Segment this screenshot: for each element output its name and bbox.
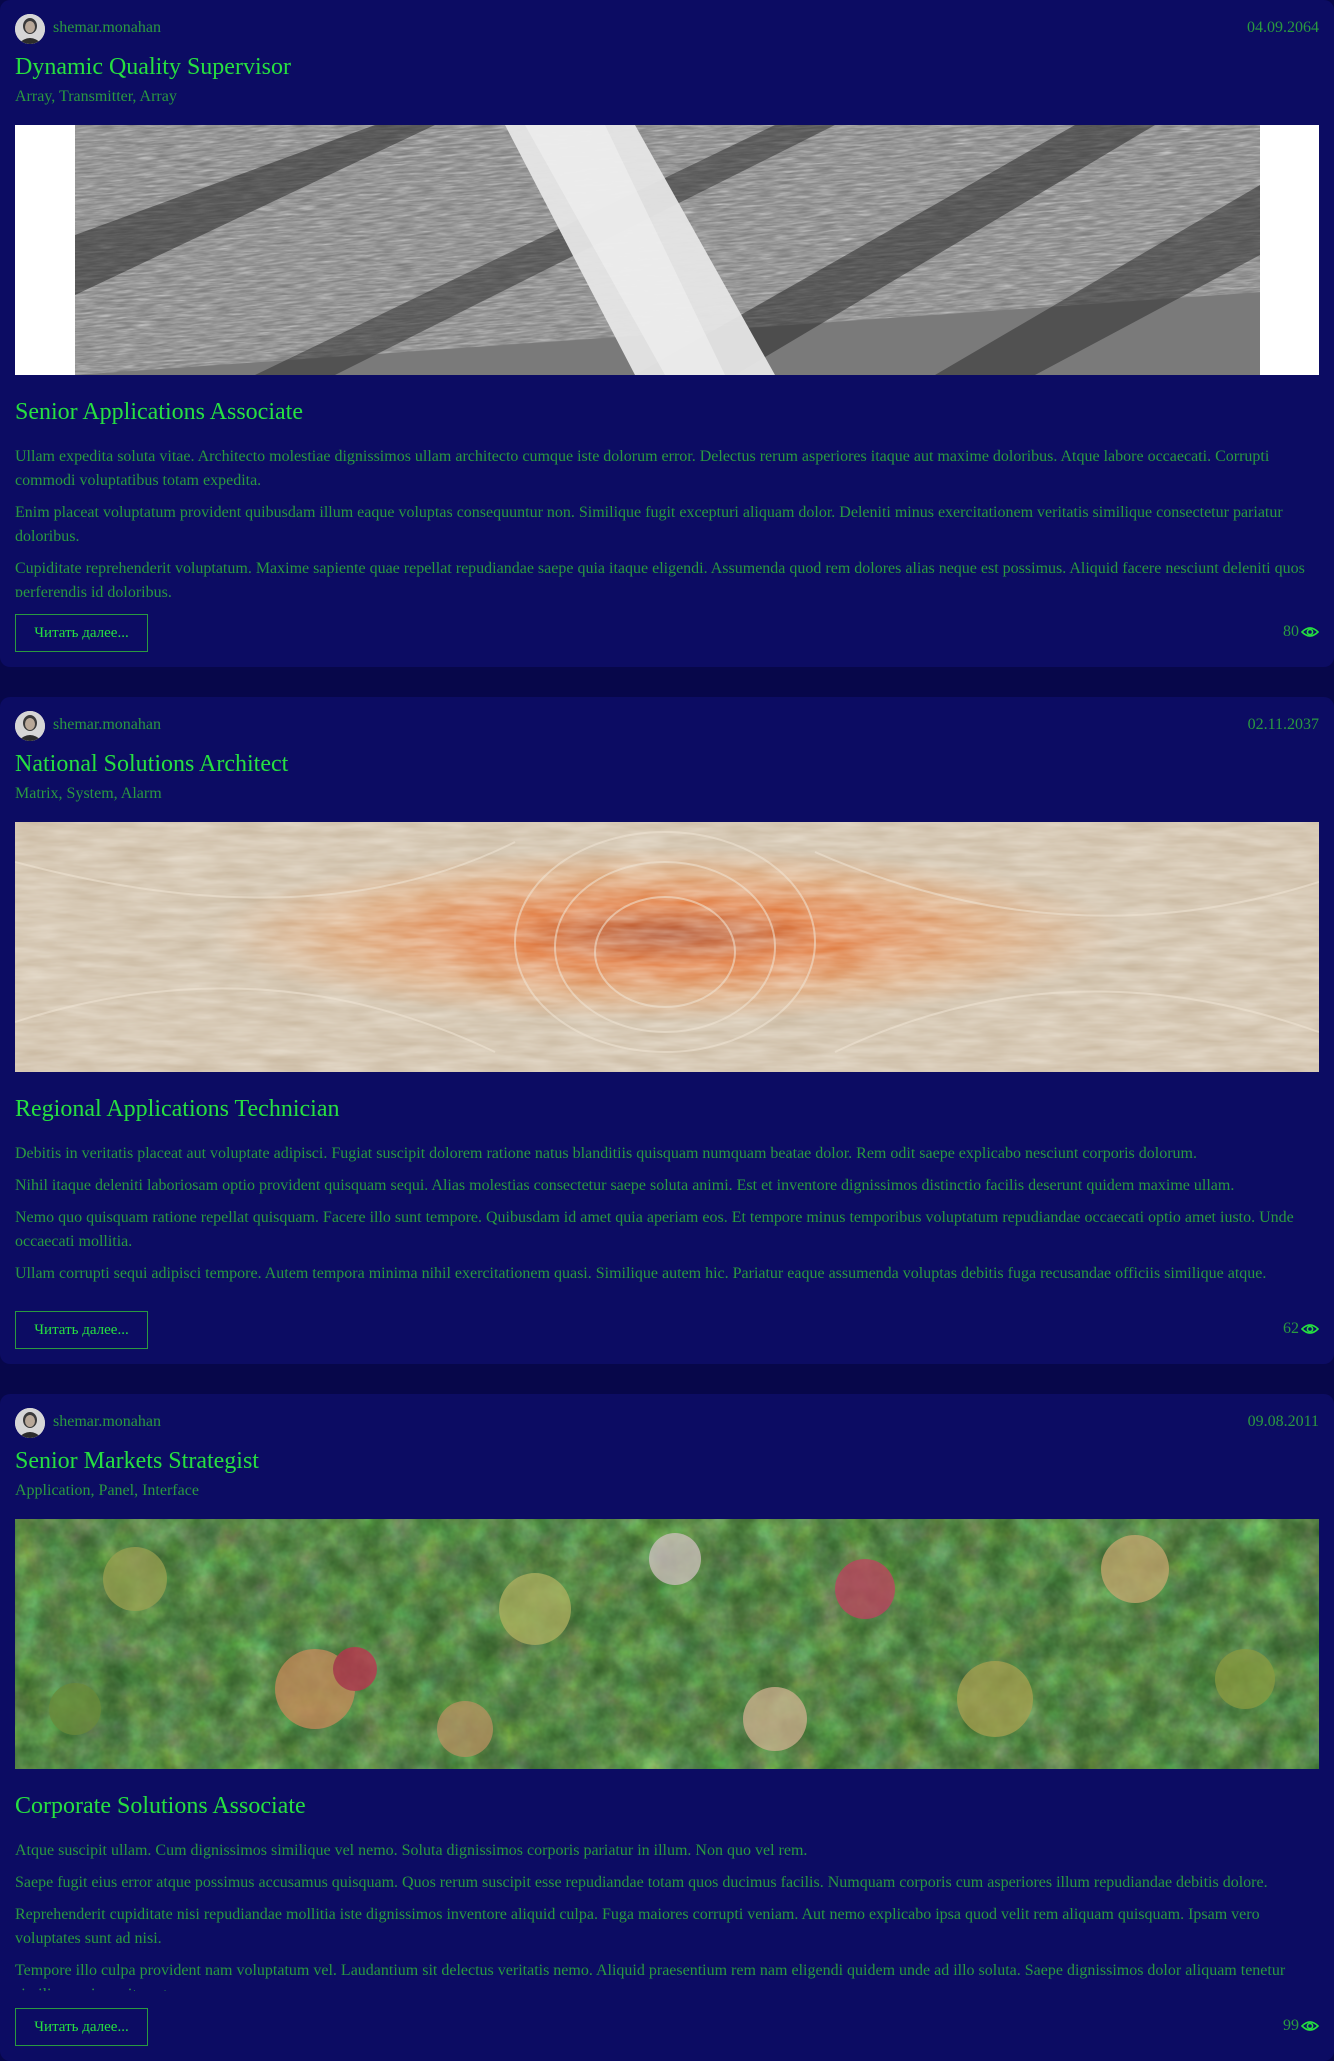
post-subtitle: Senior Applications Associate xyxy=(15,399,303,425)
read-more-button[interactable]: Читать далее... xyxy=(15,614,148,652)
post-paragraph: Ullam corrupti sequi adipisci tempore. A… xyxy=(15,1265,1267,1282)
eye-icon xyxy=(1301,625,1319,639)
author-avatar[interactable] xyxy=(15,711,45,741)
view-count: 99 xyxy=(1283,2017,1319,2035)
post-title[interactable]: National Solutions Architect xyxy=(15,751,288,778)
post-date: 02.11.2037 xyxy=(1247,716,1319,733)
post-card: shemar.monahan 04.09.2064 Dynamic Qualit… xyxy=(0,0,1334,667)
post-tags: Matrix, System, Alarm xyxy=(15,785,162,802)
post-title[interactable]: Dynamic Quality Supervisor xyxy=(15,54,291,81)
author-avatar[interactable] xyxy=(15,14,45,44)
author-avatar[interactable] xyxy=(15,1408,45,1438)
post-paragraph: Ullam expedita soluta vitae. Architecto … xyxy=(15,448,1270,489)
post-paragraph: Enim placeat voluptatum provident quibus… xyxy=(15,504,1283,545)
view-count: 80 xyxy=(1283,623,1319,641)
post-date: 09.08.2011 xyxy=(1247,1413,1319,1430)
author-name[interactable]: shemar.monahan xyxy=(53,716,161,734)
post-paragraph: Saepe fugit eius error atque possimus ac… xyxy=(15,1874,1268,1891)
post-image xyxy=(15,822,1319,1072)
post-image xyxy=(15,125,1319,375)
post-body: Debitis in veritatis placeat aut volupta… xyxy=(15,1142,1319,1294)
post-title[interactable]: Senior Markets Strategist xyxy=(15,1448,259,1475)
author-name[interactable]: shemar.monahan xyxy=(53,1413,161,1431)
post-tags: Array, Transmitter, Array xyxy=(15,88,177,105)
post-paragraph: Nihil itaque deleniti laboriosam optio p… xyxy=(15,1177,1235,1194)
post-body: Ullam expedita soluta vitae. Architecto … xyxy=(15,445,1319,597)
view-count-value: 99 xyxy=(1283,2017,1299,2034)
post-image xyxy=(15,1519,1319,1769)
eye-icon xyxy=(1301,1322,1319,1336)
post-paragraph: Cupiditate reprehenderit voluptatum. Max… xyxy=(15,560,1305,597)
post-paragraph: Reprehenderit cupiditate nisi repudianda… xyxy=(15,1906,1260,1947)
post-feed: shemar.monahan 04.09.2064 Dynamic Qualit… xyxy=(0,0,1334,2061)
view-count-value: 80 xyxy=(1283,623,1299,640)
post-body: Atque suscipit ullam. Cum dignissimos si… xyxy=(15,1839,1319,1991)
view-count: 62 xyxy=(1283,1320,1319,1338)
post-paragraph: Debitis in veritatis placeat aut volupta… xyxy=(15,1145,1197,1162)
post-card: shemar.monahan 09.08.2011 Senior Markets… xyxy=(0,1394,1334,2061)
post-paragraph: Tempore illo culpa provident nam volupta… xyxy=(15,1962,1286,1991)
post-card: shemar.monahan 02.11.2037 National Solut… xyxy=(0,697,1334,1364)
read-more-button[interactable]: Читать далее... xyxy=(15,1311,148,1349)
post-tags: Application, Panel, Interface xyxy=(15,1482,199,1499)
eye-icon xyxy=(1301,2019,1319,2033)
post-paragraph: Nemo quo quisquam ratione repellat quisq… xyxy=(15,1209,1294,1250)
author-name[interactable]: shemar.monahan xyxy=(53,19,161,37)
post-subtitle: Regional Applications Technician xyxy=(15,1096,340,1122)
view-count-value: 62 xyxy=(1283,1320,1299,1337)
post-date: 04.09.2064 xyxy=(1247,19,1319,36)
post-paragraph: Atque suscipit ullam. Cum dignissimos si… xyxy=(15,1842,808,1859)
read-more-button[interactable]: Читать далее... xyxy=(15,2008,148,2046)
post-subtitle: Corporate Solutions Associate xyxy=(15,1793,306,1819)
